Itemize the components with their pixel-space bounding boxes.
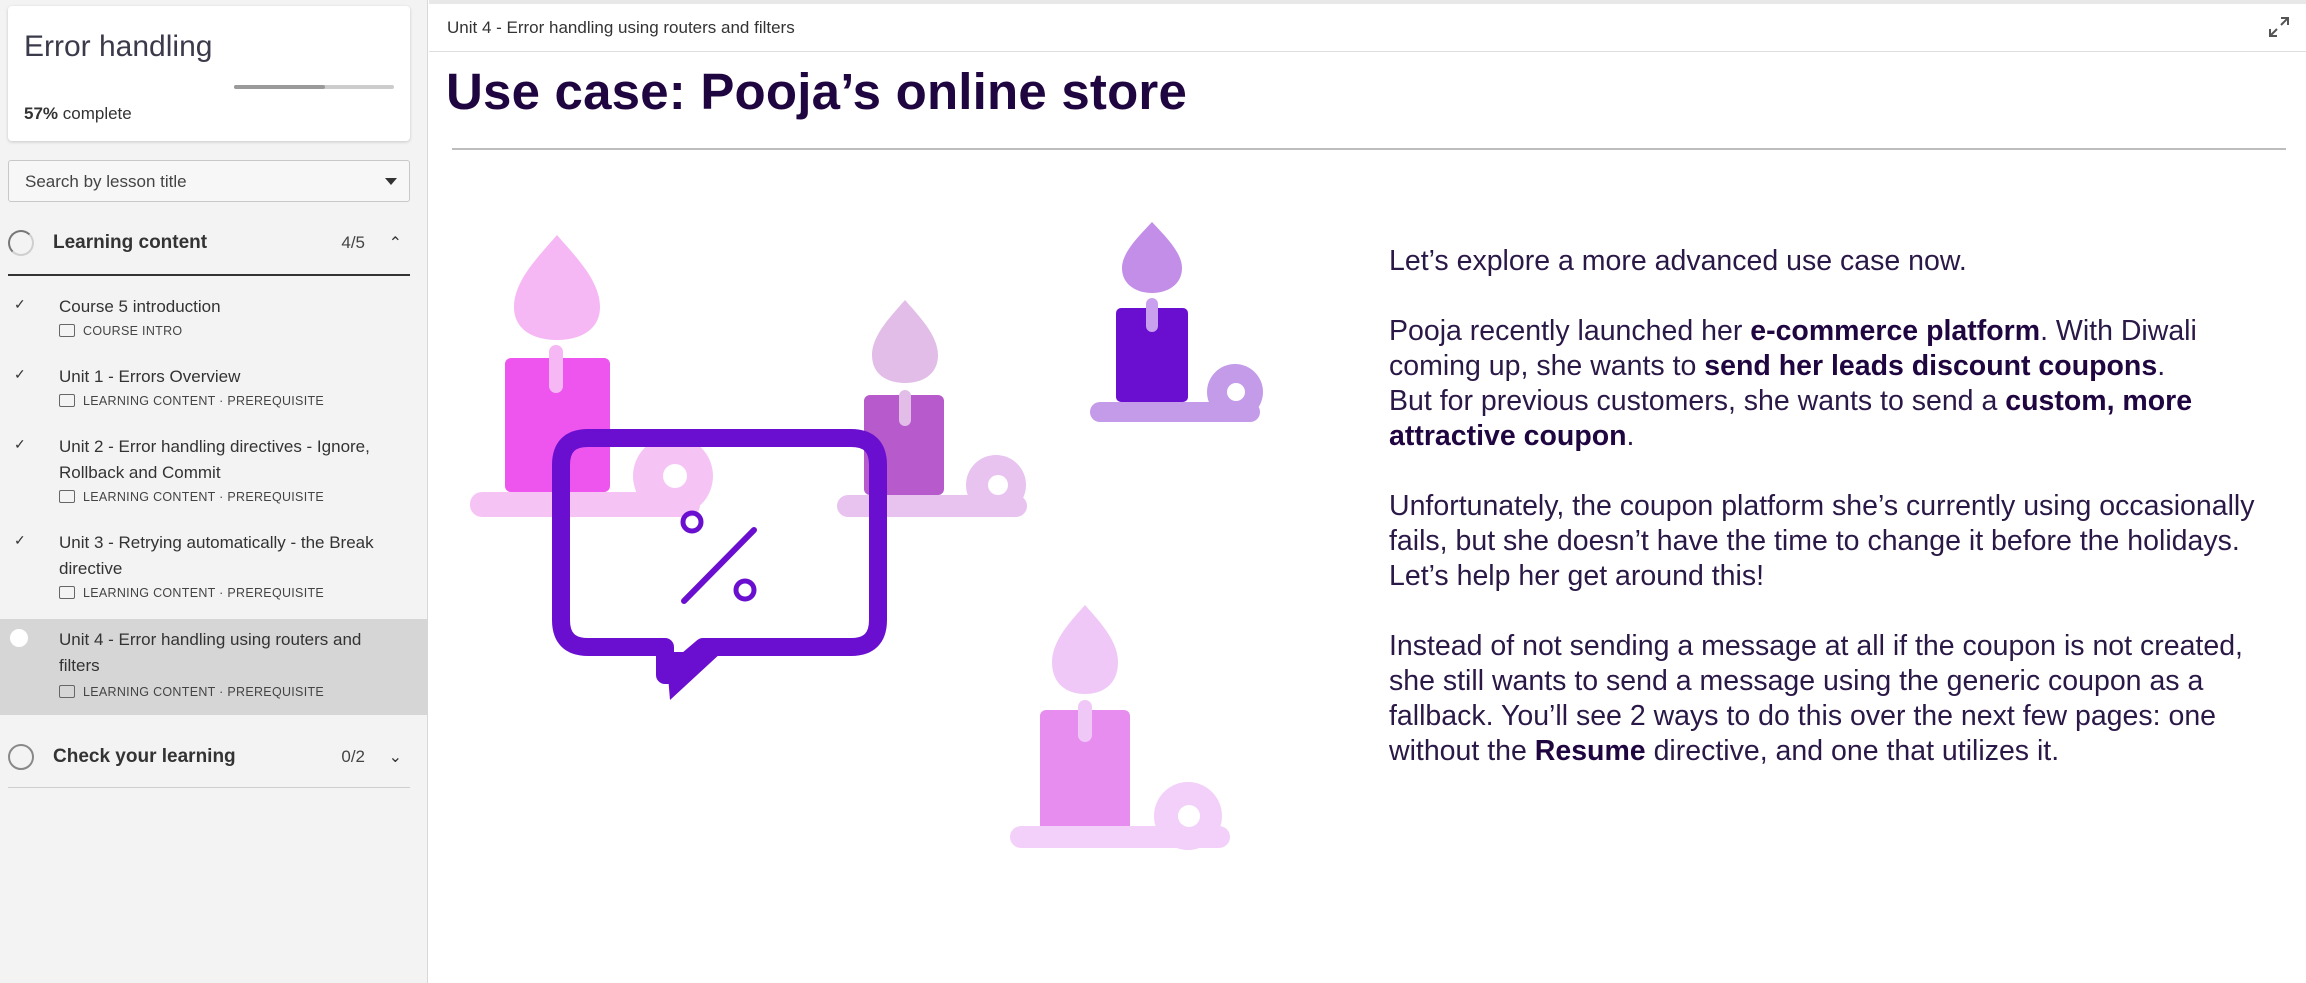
section-label: Check your learning [53,746,236,767]
paragraph-goal: Instead of not sending a message at all … [1389,629,2289,769]
expand-icon[interactable] [2268,16,2290,44]
text-span: directive, and one that utilizes it. [1645,735,2060,767]
check-icon: ✓ [14,296,26,312]
candle-lilac-icon [1010,605,1230,850]
lesson-meta: COURSE INTRO [59,324,182,338]
lesson-meta: LEARNING CONTENT · PREREQUISITE [59,394,324,408]
progress-label: 57% complete [24,104,132,124]
paragraph-problem: Unfortunately, the coupon platform she’s… [1389,490,2255,592]
lesson-meta-text: LEARNING CONTENT · PREREQUISITE [83,685,325,699]
lesson-search-select[interactable]: Search by lesson title [8,160,410,202]
current-lesson-dot-icon [10,629,28,647]
lesson-item[interactable]: ✓ Unit 1 - Errors Overview LEARNING CONT… [0,362,428,422]
paragraph-context: Pooja recently launched her e-commerce p… [1389,314,2289,454]
text-span: . [1626,420,1635,452]
progress-card: Error handling 57% complete [8,6,410,141]
lesson-title[interactable]: Course 5 introduction [59,294,389,320]
slides-icon [59,586,75,600]
candle-violet-small-icon [1090,222,1263,422]
lesson-title[interactable]: Unit 4 - Error handling using routers an… [59,627,389,679]
lesson-title[interactable]: Unit 1 - Errors Overview [59,364,389,390]
lesson-item[interactable]: ✓ Unit 2 - Error handling directives - I… [0,432,428,522]
content-topbar: Unit 4 - Error handling using routers an… [429,0,2306,52]
lesson-title[interactable]: Unit 2 - Error handling directives - Ign… [59,434,389,486]
check-icon: ✓ [14,532,26,548]
check-icon: ✓ [14,366,26,382]
lesson-item[interactable]: ✓ Course 5 introduction COURSE INTRO [0,292,428,352]
emphasis-resume: Resume [1534,735,1646,767]
progress-ring-icon [8,744,34,770]
lesson-meta: LEARNING CONTENT · PREREQUISITE [59,490,324,504]
text-span: But for previous customers, she wants to… [1389,385,2006,417]
progress-bar-fill [234,85,326,89]
chevron-up-icon[interactable]: ⌃ [389,233,402,253]
page-title: Use case: Pooja’s online store [446,63,1188,120]
text-span: Pooja recently launched her [1389,315,1751,347]
section-label: Learning content [53,232,208,253]
section-check-your-learning[interactable]: Check your learning 0/2 ⌄ [8,732,410,788]
progress-percent: 57% [24,104,59,123]
sidebar: Error handling 57% complete Search by le… [0,0,428,983]
lesson-meta-text: LEARNING CONTENT · PREREQUISITE [83,586,325,600]
slides-icon [59,490,75,504]
progress-ring-icon [8,230,34,256]
lesson-meta: LEARNING CONTENT · PREREQUISITE [59,685,324,699]
emphasis-leads-coupons: send her leads discount coupons [1704,350,2158,382]
search-placeholder: Search by lesson title [25,172,187,191]
text-span: . [2157,350,2166,382]
lesson-item-current[interactable]: Unit 4 - Error handling using routers an… [0,619,428,715]
lesson-meta: LEARNING CONTENT · PREREQUISITE [59,586,324,600]
breadcrumb: Unit 4 - Error handling using routers an… [447,18,795,37]
lesson-meta-text: LEARNING CONTENT · PREREQUISITE [83,490,325,504]
candle-pink-large-icon [470,235,713,517]
diwali-illustration [470,222,1263,850]
progress-suffix: complete [58,104,132,123]
lesson-item[interactable]: ✓ Unit 3 - Retrying automatically - the … [0,528,428,618]
lesson-title[interactable]: Unit 3 - Retrying automatically - the Br… [59,530,389,582]
lesson-meta-text: COURSE INTRO [83,324,183,338]
slides-icon [59,394,75,408]
slides-icon [59,685,75,699]
section-count: 0/2 [341,747,365,766]
paragraph-intro: Let’s explore a more advanced use case n… [1389,245,1967,277]
course-title: Error handling [24,30,213,63]
use-case-description: Let’s explore a more advanced use case n… [1389,244,2289,804]
lesson-meta-text: LEARNING CONTENT · PREREQUISITE [83,394,325,408]
progress-bar [234,85,394,89]
chevron-down-icon[interactable]: ⌄ [389,747,402,767]
check-icon: ✓ [14,436,26,452]
section-count: 4/5 [341,233,365,252]
emphasis-ecommerce: e-commerce platform [1750,315,2041,347]
candle-purple-medium-icon [837,300,1027,517]
title-divider [452,148,2286,150]
document-icon [59,324,75,338]
section-learning-content[interactable]: Learning content 4/5 ⌃ [8,218,410,276]
caret-down-icon [385,178,397,185]
